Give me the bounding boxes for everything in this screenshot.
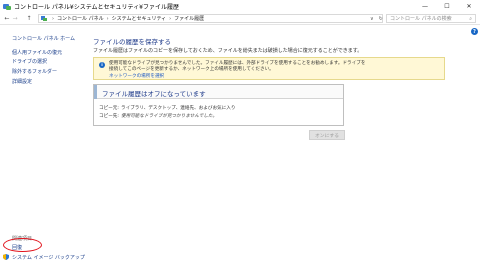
address-bar: ← → ↑ › コントロール パネル › システムとセキュリティ › ファイル履… (0, 13, 480, 25)
status-panel: ファイル履歴はオフになっています コピー元: ライブラリ、デスクトップ、連絡先、… (93, 84, 344, 126)
copy-to-label: コピー先: (99, 114, 119, 119)
close-button[interactable]: ✕ (458, 0, 480, 13)
info-text: 使用可能なドライブが見つかりませんでした。ファイル履歴には、外部ドライブを使用す… (109, 61, 439, 73)
page-title: ファイルの履歴を保存する (93, 38, 171, 46)
select-network-location-link[interactable]: ネットワークの場所を選択 (109, 73, 164, 79)
copy-to-value: 使用可能なドライブが見つかりませんでした。 (121, 114, 218, 119)
window-title: コントロール パネル¥システムとセキュリティ¥ファイル履歴 (14, 4, 180, 11)
chevron-right-icon: › (52, 15, 54, 22)
chevron-right-icon: › (106, 15, 109, 22)
address-dropdown-icon[interactable]: ∨ (370, 16, 374, 22)
shield-icon (3, 254, 9, 260)
back-button[interactable]: ← (3, 14, 11, 24)
control-panel-icon (41, 16, 47, 21)
sidebar-item-exclude-folders[interactable]: 除外するフォルダー (12, 68, 57, 75)
info-icon: i (99, 62, 105, 68)
up-button[interactable]: ↑ (25, 14, 33, 24)
control-panel-icon (3, 3, 11, 10)
info-banner: i 使用可能なドライブが見つかりませんでした。ファイル履歴には、外部ドライブを使… (93, 57, 445, 80)
help-icon[interactable]: ? (471, 28, 478, 35)
maximize-button[interactable]: ☐ (436, 0, 458, 13)
breadcrumb-control-panel[interactable]: コントロール パネル (57, 15, 104, 22)
sidebar-item-system-image-backup[interactable]: システム イメージ バックアップ (12, 254, 85, 261)
page-description: ファイル履歴はファイルのコピーを保存しておくため、ファイルを紛失または破損した場… (93, 48, 363, 54)
copy-from-value: ライブラリ、デスクトップ、連絡先、およびお気に入り (121, 106, 236, 111)
sidebar-item-restore[interactable]: 個人用ファイルの復元 (12, 49, 62, 56)
status-accent-bar (94, 85, 97, 99)
sidebar-item-select-drive[interactable]: ドライブの選択 (12, 58, 47, 65)
sidebar-item-advanced[interactable]: 詳細設定 (12, 78, 32, 85)
copy-from-label: コピー元: (99, 106, 119, 111)
copy-to-row: コピー先: 使用可能なドライブが見つかりませんでした。 (99, 113, 217, 119)
forward-button[interactable]: → (11, 14, 19, 24)
search-placeholder: コントロール パネルの検索 (390, 16, 452, 22)
title-bar: コントロール パネル¥システムとセキュリティ¥ファイル履歴 — ☐ ✕ (0, 0, 480, 13)
copy-from-row: コピー元: ライブラリ、デスクトップ、連絡先、およびお気に入り (99, 105, 235, 111)
highlight-circle (3, 238, 42, 252)
turn-on-button[interactable]: オンにする (309, 130, 345, 140)
status-header: ファイル履歴はオフになっています (94, 85, 343, 99)
sidebar-item-home[interactable]: コントロール パネル ホーム (12, 35, 75, 42)
breadcrumb[interactable]: › コントロール パネル › システムとセキュリティ › ファイル履歴 (38, 14, 383, 23)
search-icon: ⌕ (469, 15, 472, 22)
breadcrumb-file-history[interactable]: ファイル履歴 (174, 15, 204, 22)
chevron-right-icon: › (169, 15, 172, 22)
status-title: ファイル履歴はオフになっています (102, 90, 206, 98)
search-input[interactable]: コントロール パネルの検索 ⌕ (386, 14, 476, 23)
refresh-icon[interactable]: ↻ (379, 16, 383, 22)
breadcrumb-system-security[interactable]: システムとセキュリティ (112, 15, 167, 22)
minimize-button[interactable]: — (414, 0, 436, 13)
